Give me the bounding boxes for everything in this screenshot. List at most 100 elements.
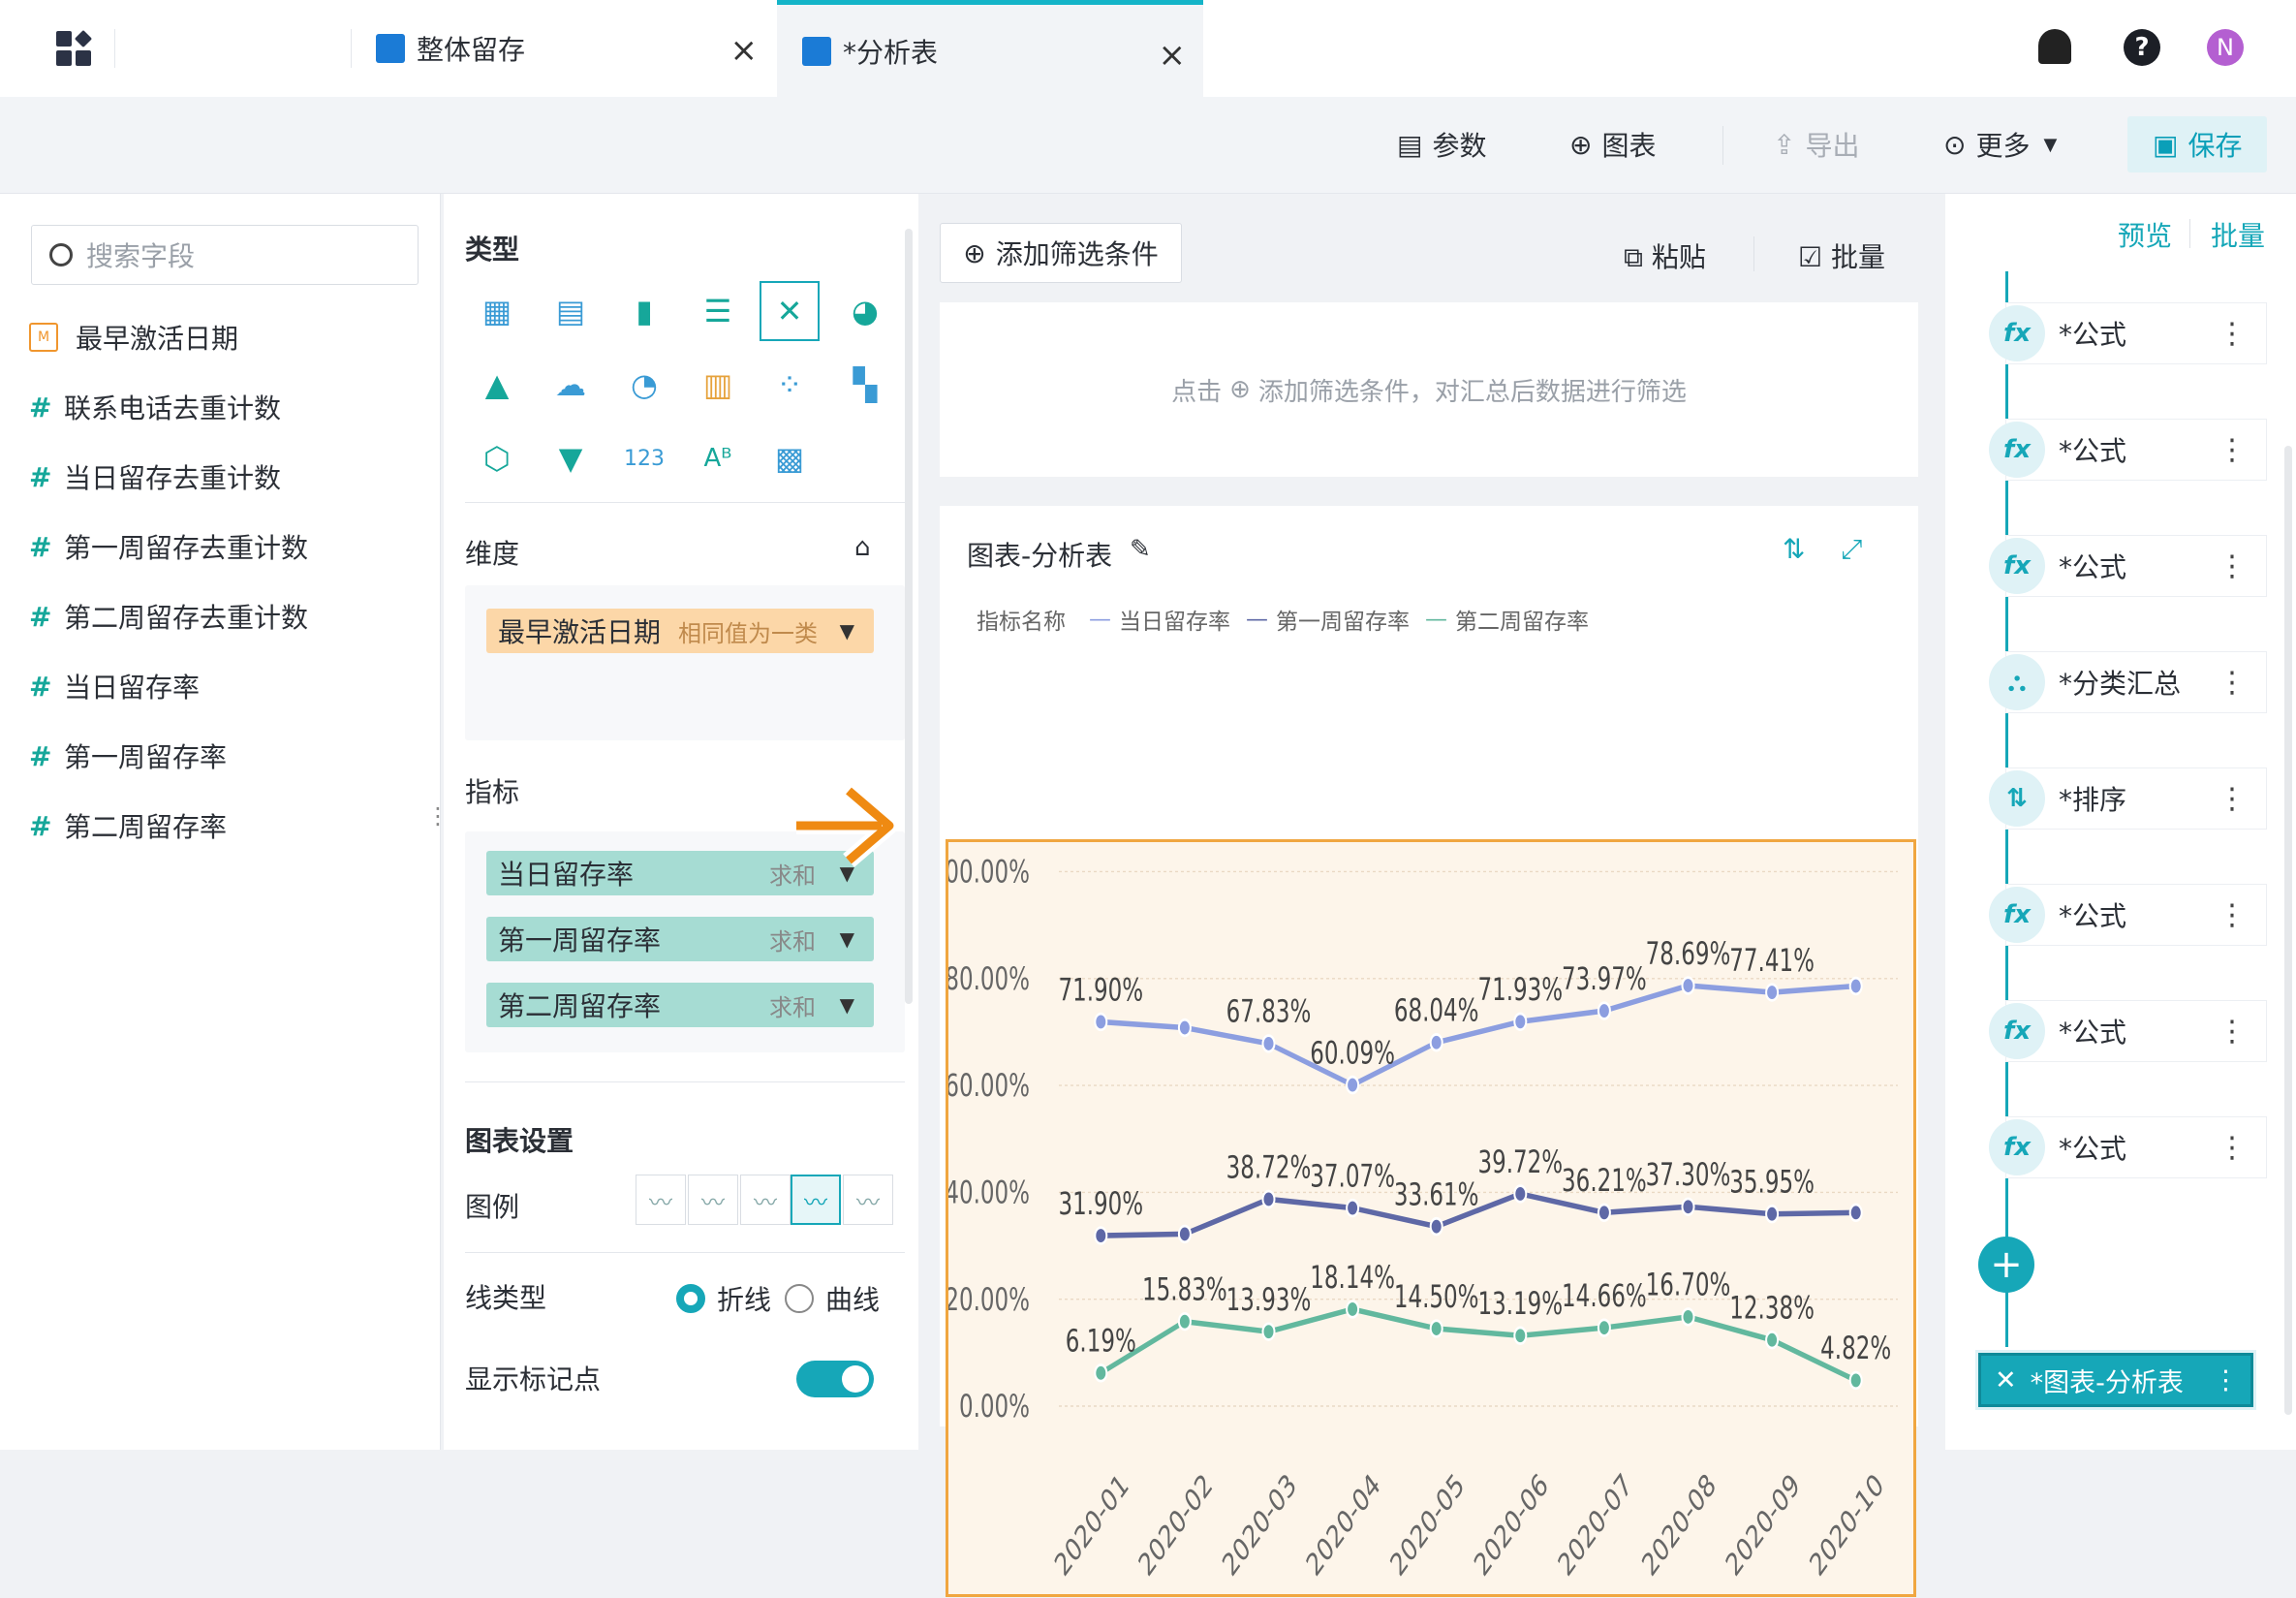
curve-radio[interactable]: 曲线 xyxy=(785,1279,880,1318)
more-vertical-icon[interactable]: ⋮ xyxy=(2218,1131,2247,1165)
fullscreen-icon[interactable]: ⤢ xyxy=(1841,533,1862,566)
tab-overall-retention[interactable]: 整体留存 × xyxy=(353,0,775,97)
field-item[interactable]: # 联系电话去重计数 xyxy=(29,388,281,426)
batch-link[interactable]: 批量 xyxy=(2211,215,2265,254)
field-item[interactable]: # 第二周留存率 xyxy=(29,806,227,845)
data-point xyxy=(1681,976,1695,995)
polyline-radio[interactable]: 折线 xyxy=(676,1279,771,1318)
more-vertical-icon[interactable]: ⋮ xyxy=(2218,549,2247,583)
dimension-settings-icon[interactable]: ⌂ xyxy=(854,533,871,562)
curve-label: 曲线 xyxy=(825,1284,881,1316)
bar-type-icon[interactable]: ▮ xyxy=(614,281,674,341)
save-button[interactable]: ▣ 保存 xyxy=(2127,116,2268,172)
params-button[interactable]: ▤ 参数 xyxy=(1397,122,1486,167)
legend-marker: — xyxy=(1425,607,1447,632)
legend-left-option[interactable]: 〰 xyxy=(740,1175,791,1225)
table-type-icon[interactable]: ▦ xyxy=(467,281,527,341)
bell-icon[interactable] xyxy=(2038,29,2071,64)
legend-top-option[interactable]: 〰 xyxy=(791,1175,841,1225)
step-item[interactable]: fx *公式 ⋮ xyxy=(1989,884,2267,946)
apps-icon[interactable] xyxy=(56,29,93,66)
chevron-down-icon[interactable]: ▼ xyxy=(840,993,854,1017)
step-label: *公式 xyxy=(2059,1017,2127,1049)
metric-pill[interactable]: 第二周留存率 求和 ▼ xyxy=(486,983,874,1027)
y-tick-label: 0.00% xyxy=(959,1388,1030,1425)
more-vertical-icon[interactable]: ⋮ xyxy=(2213,1365,2239,1395)
close-icon[interactable]: × xyxy=(730,31,759,70)
step-item[interactable]: fx *公式 ⋮ xyxy=(1989,302,2267,364)
field-item-date[interactable]: M 最早激活日期 xyxy=(29,318,238,357)
field-item[interactable]: # 第一周留存去重计数 xyxy=(29,527,308,566)
radar-type-icon[interactable]: ⬡ xyxy=(467,428,527,488)
data-point xyxy=(1094,1226,1108,1245)
add-chart-button[interactable]: ⊕ 图表 xyxy=(1569,122,1656,167)
funnel-type-icon[interactable]: ▼ xyxy=(541,428,601,488)
metric-pill[interactable]: 第一周留存率 求和 ▼ xyxy=(486,917,874,961)
preview-link[interactable]: 预览 xyxy=(2118,215,2172,254)
area-type-icon[interactable]: ▲ xyxy=(467,355,527,415)
heatmap-type-icon[interactable]: ▩ xyxy=(760,428,820,488)
kpi-grid-type-icon[interactable]: ▚ xyxy=(835,355,895,415)
chevron-down-icon[interactable]: ▼ xyxy=(840,619,854,642)
dimension-pill[interactable]: 最早激活日期 相同值为一类 ▼ xyxy=(486,609,874,653)
paste-button[interactable]: ⧉ 粘贴 xyxy=(1624,236,1706,275)
search-placeholder: 搜索字段 xyxy=(86,240,196,272)
combo-type-icon[interactable]: ▥ xyxy=(688,355,748,415)
chevron-down-icon[interactable]: ▼ xyxy=(840,927,854,951)
formula-icon: fx xyxy=(1989,1119,2045,1175)
step-item[interactable]: fx *公式 ⋮ xyxy=(1989,1000,2267,1062)
line-type-icon[interactable]: ✕ xyxy=(760,281,820,341)
field-item[interactable]: # 第二周留存去重计数 xyxy=(29,597,308,636)
more-button[interactable]: ⊙ 更多 ▼ xyxy=(1943,122,2057,167)
field-label: 当日留存去重计数 xyxy=(64,462,282,494)
show-markers-toggle[interactable] xyxy=(796,1361,874,1397)
config-scrollbar[interactable] xyxy=(905,229,913,1004)
step-item[interactable]: fx *公式 ⋮ xyxy=(1989,419,2267,481)
type-title: 类型 xyxy=(465,234,520,266)
hbar-type-icon[interactable]: ☰ xyxy=(688,281,748,341)
step-item[interactable]: ⛬ *分类汇总 ⋮ xyxy=(1989,651,2267,713)
legend-right-top-option[interactable]: 〰 xyxy=(688,1175,738,1225)
close-icon[interactable]: × xyxy=(1159,36,1187,75)
more-vertical-icon[interactable]: ⋮ xyxy=(2218,666,2247,700)
avatar[interactable]: N xyxy=(2207,29,2244,66)
step-item[interactable]: fx *公式 ⋮ xyxy=(1989,535,2267,597)
more-vertical-icon[interactable]: ⋮ xyxy=(2218,433,2247,467)
number-icon: # xyxy=(29,391,52,423)
scatter-type-icon[interactable]: ⁘ xyxy=(760,355,820,415)
help-icon[interactable]: ? xyxy=(2124,29,2160,66)
field-item[interactable]: # 第一周留存率 xyxy=(29,736,227,775)
data-point xyxy=(1765,983,1780,1002)
wordcloud-type-icon[interactable]: Aᴮ xyxy=(688,428,748,488)
sort-icon[interactable]: ⇅ xyxy=(1783,533,1805,565)
filter-dropzone[interactable]: 点击 ⊕ 添加筛选条件，对汇总后数据进行筛选 xyxy=(940,302,1918,477)
steps-scrollbar[interactable] xyxy=(2284,446,2292,1415)
add-step-button[interactable]: + xyxy=(1978,1237,2034,1293)
more-vertical-icon[interactable]: ⋮ xyxy=(2218,317,2247,351)
number-type-icon[interactable]: 123 xyxy=(614,428,674,488)
more-vertical-icon[interactable]: ⋮ xyxy=(2218,898,2247,932)
step-item[interactable]: ⇅ *排序 ⋮ xyxy=(1989,768,2267,830)
chart-plot-frame[interactable]: 0.00% 20.00% 40.00% 60.00% 80.00% 100.00% 2020… xyxy=(931,839,1916,1597)
legend-none-option[interactable]: 〰 xyxy=(636,1175,686,1225)
current-step[interactable]: ✕ *图表-分析表 ⋮ xyxy=(1975,1350,2256,1410)
more-vertical-icon[interactable]: ⋮ xyxy=(2218,1015,2247,1049)
step-item[interactable]: fx *公式 ⋮ xyxy=(1989,1116,2267,1178)
field-item[interactable]: # 当日留存去重计数 xyxy=(29,457,281,496)
tab-analysis-table[interactable]: *分析表 × xyxy=(777,0,1203,97)
canvas-pane: ⊕ 添加筛选条件 ⧉ 粘贴 ☑ 批量 点击 ⊕ 添加筛选条件，对汇总后数据进行筛选… xyxy=(796,194,1945,1597)
edit-title-icon[interactable]: ✎ xyxy=(1130,535,1151,564)
gauge-type-icon[interactable]: ◔ xyxy=(614,355,674,415)
add-filter-button[interactable]: ⊕ 添加筛选条件 xyxy=(940,223,1182,283)
more-vertical-icon[interactable]: ⋮ xyxy=(2218,782,2247,816)
crosstab-type-icon[interactable]: ▤ xyxy=(541,281,601,341)
field-item[interactable]: # 当日留存率 xyxy=(29,667,200,705)
search-input[interactable]: 搜索字段 xyxy=(31,225,419,285)
batch-filter-button[interactable]: ☑ 批量 xyxy=(1798,236,1885,275)
pie-type-icon[interactable]: ◕ xyxy=(835,281,895,341)
export-button[interactable]: ⇪ 导出 xyxy=(1773,122,1859,167)
map-type-icon[interactable]: ☁ xyxy=(541,355,601,415)
legend-bottom-option[interactable]: 〰 xyxy=(843,1175,893,1225)
data-point xyxy=(1094,1012,1108,1032)
field-pane: 搜索字段 M 最早激活日期 # 联系电话去重计数 # 当日留存去重计数 # 第一周留存去… xyxy=(0,194,450,1450)
